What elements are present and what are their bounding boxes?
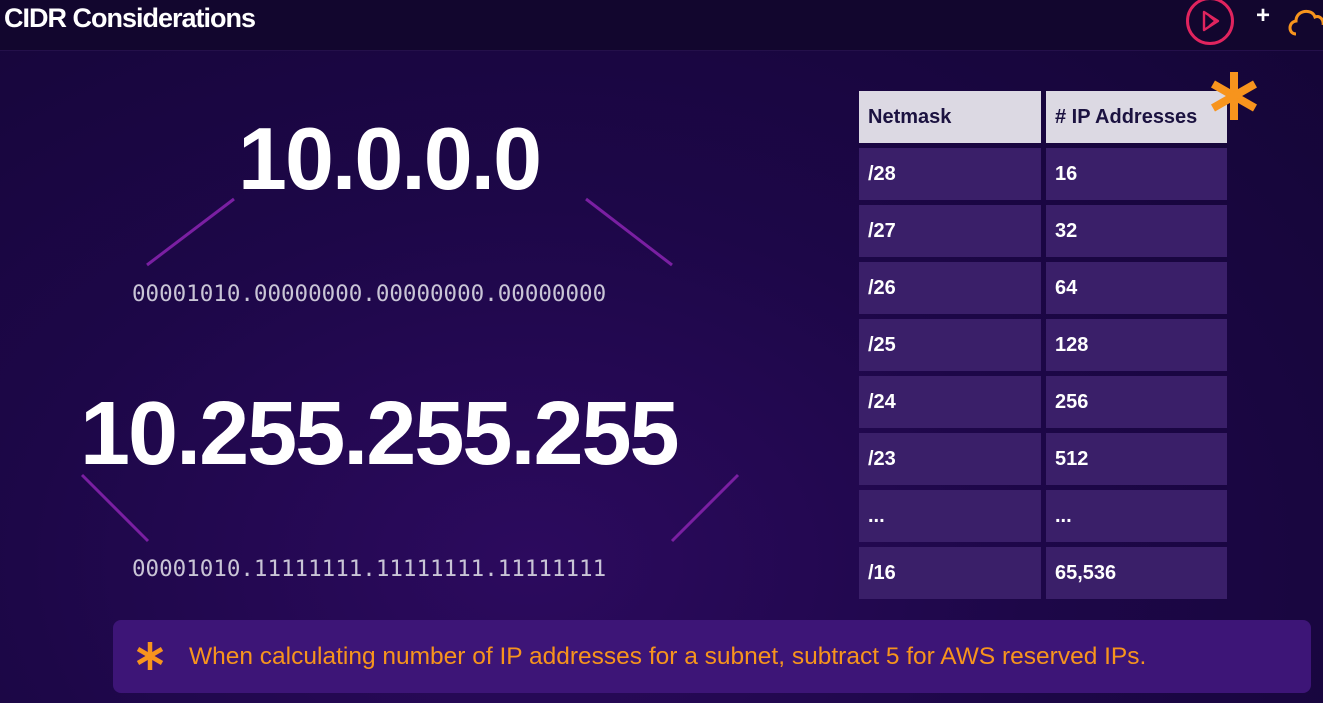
table-cell-netmask: /27 — [859, 205, 1041, 257]
play-icon — [1202, 10, 1220, 32]
table-cell-ip-count: ... — [1046, 490, 1227, 542]
play-button[interactable] — [1186, 0, 1234, 45]
asterisk-icon — [1211, 72, 1257, 120]
table-cell-ip-count: 64 — [1046, 262, 1227, 314]
table-cell-ip-count: 65,536 — [1046, 547, 1227, 599]
table-header-netmask: Netmask — [859, 91, 1041, 143]
asterisk-icon — [136, 642, 164, 670]
table-cell-ip-count: 16 — [1046, 148, 1227, 200]
table-cell-netmask: /25 — [859, 319, 1041, 371]
note-callout: When calculating number of IP addresses … — [113, 620, 1311, 693]
note-text: When calculating number of IP addresses … — [189, 643, 1147, 670]
table-cell-netmask: /26 — [859, 262, 1041, 314]
connector-line — [146, 197, 235, 267]
plus-icon[interactable]: + — [1256, 2, 1270, 30]
ip-start: 10.0.0.0 — [238, 109, 542, 208]
ip-end: 10.255.255.255 — [80, 384, 680, 484]
table-cell-netmask: /16 — [859, 547, 1041, 599]
ip-start-binary: 00001010.00000000.00000000.00000000 — [132, 281, 607, 307]
connector-line — [585, 197, 673, 267]
table-cell-ip-count: 256 — [1046, 376, 1227, 428]
table-cell-netmask: /23 — [859, 433, 1041, 485]
table-header-ip-count: # IP Addresses — [1046, 91, 1227, 143]
table-cell-ip-count: 32 — [1046, 205, 1227, 257]
table-cell-netmask: /24 — [859, 376, 1041, 428]
table-cell-netmask: ... — [859, 490, 1041, 542]
table-cell-netmask: /28 — [859, 148, 1041, 200]
cloud-icon[interactable] — [1286, 0, 1323, 45]
table-cell-ip-count: 512 — [1046, 433, 1227, 485]
table-cell-ip-count: 128 — [1046, 319, 1227, 371]
ip-end-binary: 00001010.11111111.11111111.11111111 — [132, 556, 607, 582]
connector-line — [670, 473, 740, 543]
